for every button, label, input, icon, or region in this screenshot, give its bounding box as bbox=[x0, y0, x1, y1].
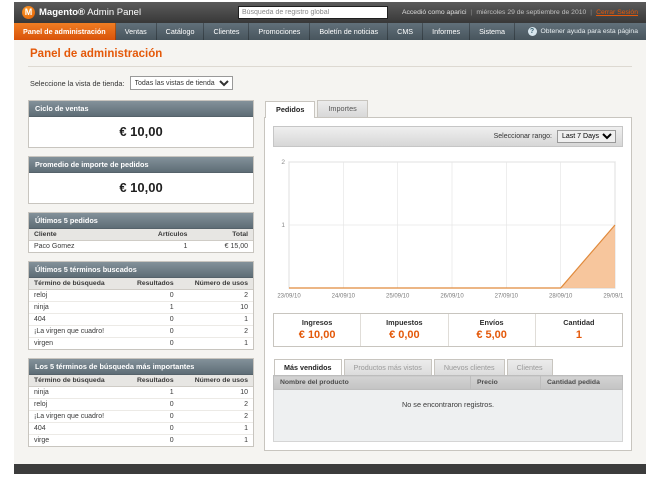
svg-text:28/09/10: 28/09/10 bbox=[549, 294, 573, 300]
table-row[interactable]: ¡La virgen que cuadro! 0 2 bbox=[29, 410, 253, 423]
stat-envios: Envíos € 5,00 bbox=[449, 314, 536, 346]
svg-text:25/09/10: 25/09/10 bbox=[386, 294, 410, 300]
nav-item-promociones[interactable]: Promociones bbox=[249, 23, 311, 40]
bestsellers-table: Nombre del producto Precio Cantidad pedi… bbox=[273, 375, 623, 442]
page-help-link[interactable]: ? Obtener ayuda para esta página bbox=[527, 23, 647, 40]
tab-mas-vendidos[interactable]: Más vendidos bbox=[274, 359, 342, 375]
table-row[interactable]: 404 0 1 bbox=[29, 422, 253, 435]
current-date: miércoles 29 de septiembre de 2010 bbox=[476, 9, 587, 16]
help-icon: ? bbox=[527, 27, 537, 36]
table-row[interactable]: ninja 1 10 bbox=[29, 386, 253, 399]
panel-title: Últimos 5 términos buscados bbox=[29, 262, 253, 278]
magento-logo-icon: M bbox=[22, 6, 35, 19]
nav-item-informes[interactable]: Informes bbox=[423, 23, 471, 40]
panel-lifetime-sales: Ciclo de ventas € 10,00 bbox=[28, 100, 254, 148]
footer-bar bbox=[14, 464, 646, 474]
panel-title: Últimos 5 pedidos bbox=[29, 213, 253, 229]
table-row[interactable]: Paco Gomez 1 € 15,00 bbox=[29, 241, 253, 253]
panel-last-search-terms: Últimos 5 términos buscados Término de b… bbox=[28, 261, 254, 350]
table-row[interactable]: ninja 1 10 bbox=[29, 301, 253, 314]
empty-records-message: No se encontraron registros. bbox=[273, 389, 623, 442]
lifetime-sales-value: € 10,00 bbox=[119, 124, 163, 139]
panel-title: Ciclo de ventas bbox=[29, 101, 253, 117]
svg-text:27/09/10: 27/09/10 bbox=[495, 294, 519, 300]
svg-text:2: 2 bbox=[281, 159, 285, 166]
global-search-input[interactable] bbox=[237, 6, 388, 19]
tab-importes[interactable]: Importes bbox=[317, 100, 368, 117]
tab-clientes[interactable]: Clientes bbox=[506, 359, 553, 375]
stat-ingresos: Ingresos € 10,00 bbox=[274, 314, 362, 346]
panel-average-orders: Promedio de importe de pedidos € 10,00 bbox=[28, 156, 254, 204]
store-view-select[interactable]: Todas las vistas de tienda bbox=[129, 76, 233, 90]
range-label: Seleccionar rango: bbox=[493, 133, 552, 140]
tab-pedidos[interactable]: Pedidos bbox=[265, 101, 316, 118]
nav-item-clientes[interactable]: Clientes bbox=[204, 23, 250, 40]
store-switcher: Seleccione la vista de tienda: Todas las… bbox=[28, 67, 632, 100]
logged-in-as: Accedió como aparici bbox=[401, 9, 467, 16]
nav-item-catalogo[interactable]: Catálogo bbox=[157, 23, 205, 40]
content: Panel de administración Seleccione la vi… bbox=[14, 40, 646, 458]
nav-item-sistema[interactable]: Sistema bbox=[470, 23, 516, 40]
panel-title: Promedio de importe de pedidos bbox=[29, 157, 253, 173]
tab-productos-mas-vistos[interactable]: Productos más vistos bbox=[343, 359, 432, 375]
dashboard-left-column: Ciclo de ventas € 10,00 Promedio de impo… bbox=[28, 100, 254, 455]
table-row[interactable]: virge 0 1 bbox=[29, 435, 253, 447]
table-row[interactable]: ¡La virgen que cuadro! 0 2 bbox=[29, 325, 253, 338]
orders-tab-panel: Seleccionar rango: Last 7 Days 1 2 23/09/1… bbox=[264, 117, 632, 451]
page-title: Panel de administración bbox=[28, 40, 632, 67]
grids-tabs: Más vendidos Productos más vistos Nuevos… bbox=[273, 359, 623, 375]
brand: M Magento® Admin Panel bbox=[22, 6, 141, 19]
logout-link[interactable]: Cerrar Sesión bbox=[596, 9, 638, 16]
brand-text: Magento® Admin Panel bbox=[39, 7, 142, 18]
svg-text:23/09/10: 23/09/10 bbox=[277, 294, 301, 300]
panel-last-orders: Últimos 5 pedidos Cliente Artículos Tota… bbox=[28, 212, 254, 253]
table-row[interactable]: reloj 0 2 bbox=[29, 289, 253, 302]
svg-text:26/09/10: 26/09/10 bbox=[440, 294, 464, 300]
stat-cantidad: Cantidad 1 bbox=[563, 318, 595, 341]
user-info: Accedió como aparici | miércoles 29 de s… bbox=[401, 9, 638, 16]
average-orders-value: € 10,00 bbox=[119, 180, 163, 195]
totals-row: Ingresos € 10,00 Impuestos € 0,00 Envíos… bbox=[273, 313, 623, 347]
last-search-table: Término de búsqueda Resultados Número de… bbox=[29, 278, 253, 349]
stat-impuestos: Impuestos € 0,00 bbox=[361, 314, 449, 346]
table-row[interactable]: reloj 0 2 bbox=[29, 398, 253, 411]
admin-app: M Magento® Admin Panel Accedió como apar… bbox=[14, 2, 646, 474]
nav-item-boletin[interactable]: Boletín de noticias bbox=[310, 23, 389, 40]
dashboard-right-column: Pedidos Importes Seleccionar rango: Last… bbox=[264, 100, 632, 451]
panel-top-search-terms: Los 5 términos de búsqueda más important… bbox=[28, 358, 254, 447]
nav-item-dashboard[interactable]: Panel de administración bbox=[14, 23, 116, 40]
nav-item-ventas[interactable]: Ventas bbox=[116, 23, 157, 40]
svg-text:1: 1 bbox=[281, 222, 285, 229]
svg-text:29/09/10: 29/09/10 bbox=[603, 294, 623, 300]
table-row[interactable]: virgen 0 1 bbox=[29, 338, 253, 350]
svg-text:24/09/10: 24/09/10 bbox=[332, 294, 356, 300]
top-search-table: Término de búsqueda Resultados Número de… bbox=[29, 375, 253, 446]
nav-item-cms[interactable]: CMS bbox=[388, 23, 424, 40]
top-header: M Magento® Admin Panel Accedió como apar… bbox=[14, 2, 646, 23]
orders-chart: 1 2 23/09/10 24/09/10 25/09/10 26/09/10 27/09/… bbox=[277, 159, 623, 300]
panel-title: Los 5 términos de búsqueda más important… bbox=[29, 359, 253, 375]
last-orders-table: Cliente Artículos Total Paco Gomez 1 € 1… bbox=[29, 229, 253, 252]
range-select[interactable]: Last 7 Days bbox=[557, 130, 616, 143]
store-view-label: Seleccione la vista de tienda: bbox=[30, 78, 125, 88]
main-nav: Panel de administración Ventas Catálogo … bbox=[14, 23, 646, 40]
range-bar: Seleccionar rango: Last 7 Days bbox=[273, 126, 623, 147]
table-row[interactable]: 404 0 1 bbox=[29, 313, 253, 326]
diagram-tabs: Pedidos Importes bbox=[264, 100, 632, 118]
tab-nuevos-clientes[interactable]: Nuevos clientes bbox=[433, 359, 505, 375]
